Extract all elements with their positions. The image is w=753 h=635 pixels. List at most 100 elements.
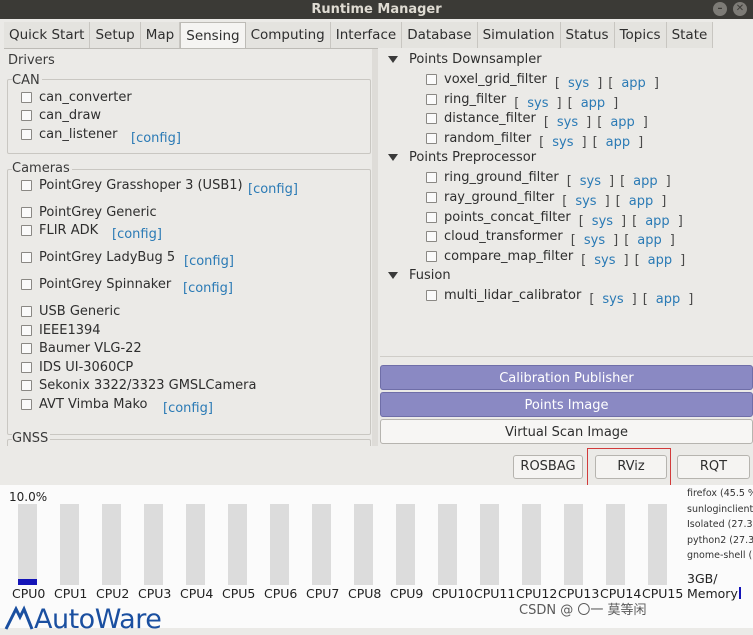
camera-item-ids-ui-3060cp[interactable]: IDS UI-3060CP — [21, 360, 133, 375]
checkbox[interactable] — [426, 113, 437, 125]
checkbox[interactable] — [21, 225, 32, 236]
tab-database[interactable]: Database — [402, 22, 478, 48]
filter-item-compare-map-filter[interactable]: compare_map_filter [sys] [app] — [426, 249, 688, 268]
app-link[interactable]: app — [645, 214, 669, 229]
filter-item-cloud-transformer[interactable]: cloud_transformer [sys] [app] — [426, 229, 678, 248]
left-scrollbar[interactable] — [372, 49, 378, 446]
camera-item-baumer-vlg-22[interactable]: Baumer VLG-22 — [21, 341, 142, 356]
checkbox[interactable] — [21, 129, 32, 140]
camera-item-sekonix-3322-3323-gmslcamera[interactable]: Sekonix 3322/3323 GMSLCamera — [21, 378, 256, 393]
camera-item-pointgrey-grasshoper-3-usb1-[interactable]: PointGrey Grasshoper 3 (USB1) — [21, 178, 243, 193]
filter-item-ring-ground-filter[interactable]: ring_ground_filter [sys] [app] — [426, 170, 674, 189]
checkbox[interactable] — [21, 180, 32, 191]
tab-topics[interactable]: Topics — [614, 22, 667, 48]
tab-simulation[interactable]: Simulation — [477, 22, 561, 48]
expand-triangle-icon[interactable] — [388, 56, 398, 63]
app-link[interactable]: app — [621, 76, 645, 91]
sys-link[interactable]: sys — [568, 76, 589, 91]
can-item-can-converter[interactable]: can_converter — [21, 90, 132, 105]
checkbox[interactable] — [426, 290, 437, 302]
tab-computing[interactable]: Computing — [245, 22, 331, 48]
tab-interface[interactable]: Interface — [330, 22, 403, 48]
tab-map[interactable]: Map — [140, 22, 181, 48]
sys-link[interactable]: sys — [580, 174, 601, 189]
checkbox[interactable] — [21, 325, 32, 336]
checkbox[interactable] — [426, 250, 437, 262]
filter-item-ring-filter[interactable]: ring_filter [sys] [app] — [426, 92, 621, 111]
checkbox[interactable] — [21, 380, 32, 391]
app-link[interactable]: app — [610, 115, 634, 130]
can-item-can-listener[interactable]: can_listener — [21, 127, 118, 142]
minimize-icon[interactable]: – — [713, 2, 727, 16]
sys-link[interactable]: sys — [592, 214, 613, 229]
config-link[interactable]: [config] — [112, 227, 162, 242]
rqt-button[interactable]: RQT — [677, 455, 750, 479]
sys-link[interactable]: sys — [594, 253, 615, 268]
tab-state[interactable]: State — [666, 22, 714, 48]
checkbox[interactable] — [426, 231, 437, 243]
app-link[interactable]: app — [606, 135, 630, 150]
virtual-scan-image-button[interactable]: Virtual Scan Image — [380, 419, 753, 444]
camera-item-pointgrey-ladybug-5[interactable]: PointGrey LadyBug 5 — [21, 250, 175, 265]
tab-quick-start[interactable]: Quick Start — [4, 22, 91, 48]
app-link[interactable]: app — [581, 96, 605, 111]
app-link[interactable]: app — [648, 253, 672, 268]
camera-item-flir-adk[interactable]: FLIR ADK — [21, 223, 98, 238]
camera-item-ieee1394[interactable]: IEEE1394 — [21, 323, 101, 338]
app-link[interactable]: app — [629, 194, 653, 209]
app-link[interactable]: app — [633, 174, 657, 189]
sys-link[interactable]: sys — [584, 233, 605, 248]
filter-item-random-filter[interactable]: random_filter [sys] [app] — [426, 131, 646, 150]
calibration-publisher-button[interactable]: Calibration Publisher — [380, 365, 753, 390]
config-link[interactable]: [config] — [248, 182, 298, 197]
camera-item-pointgrey-spinnaker[interactable]: PointGrey Spinnaker — [21, 277, 171, 292]
checkbox[interactable] — [426, 192, 437, 203]
app-link[interactable]: app — [637, 233, 661, 248]
sys-link[interactable]: sys — [602, 292, 623, 307]
filter-item-multi-lidar-calibrator[interactable]: multi_lidar_calibrator [sys] [app] — [426, 288, 696, 307]
checkbox[interactable] — [21, 343, 32, 354]
filter-item-points-concat-filter[interactable]: points_concat_filter [sys] [app] — [426, 210, 686, 229]
section-header-fusion[interactable]: Fusion — [382, 268, 451, 283]
checkbox[interactable] — [426, 93, 437, 105]
config-link[interactable]: [config] — [163, 401, 213, 416]
close-icon[interactable]: ✕ — [733, 2, 747, 16]
checkbox[interactable] — [426, 132, 437, 144]
checkbox[interactable] — [21, 362, 32, 373]
bracket-open: [ — [581, 252, 587, 268]
config-link[interactable]: [config] — [184, 254, 234, 269]
checkbox[interactable] — [426, 74, 437, 85]
filter-item-distance-filter[interactable]: distance_filter [sys] [app] — [426, 111, 651, 130]
sys-link[interactable]: sys — [552, 135, 573, 150]
rosbag-button[interactable]: ROSBAG — [513, 455, 583, 479]
sys-link[interactable]: sys — [575, 194, 596, 209]
can-item-can-draw[interactable]: can_draw — [21, 108, 101, 123]
tab-status[interactable]: Status — [560, 22, 615, 48]
checkbox[interactable] — [21, 279, 32, 290]
camera-item-avt-vimba-mako[interactable]: AVT Vimba Mako — [21, 397, 147, 412]
checkbox[interactable] — [21, 92, 32, 103]
config-link[interactable]: [config] — [131, 131, 181, 146]
checkbox[interactable] — [426, 211, 437, 223]
filter-item-ray-ground-filter[interactable]: ray_ground_filter [sys] [app] — [426, 190, 669, 209]
section-header-points-downsampler[interactable]: Points Downsampler — [382, 52, 542, 67]
expand-triangle-icon[interactable] — [388, 154, 398, 162]
tab-setup[interactable]: Setup — [90, 22, 141, 48]
checkbox[interactable] — [21, 252, 32, 263]
points-image-button[interactable]: Points Image — [380, 392, 753, 417]
camera-item-pointgrey-generic[interactable]: PointGrey Generic — [21, 205, 157, 220]
expand-triangle-icon[interactable] — [388, 272, 398, 280]
checkbox[interactable] — [21, 110, 32, 121]
tab-sensing[interactable]: Sensing — [180, 22, 246, 48]
checkbox[interactable] — [21, 399, 32, 410]
sys-link[interactable]: sys — [527, 96, 548, 111]
camera-item-usb-generic[interactable]: USB Generic — [21, 304, 120, 319]
checkbox[interactable] — [21, 306, 32, 317]
section-header-points-preprocessor[interactable]: Points Preprocessor — [382, 150, 536, 165]
sys-link[interactable]: sys — [557, 115, 578, 130]
checkbox[interactable] — [21, 207, 32, 218]
app-link[interactable]: app — [656, 292, 680, 307]
checkbox[interactable] — [426, 172, 437, 184]
filter-item-voxel-grid-filter[interactable]: voxel_grid_filter [sys] [app] — [426, 72, 662, 91]
config-link[interactable]: [config] — [183, 281, 233, 296]
